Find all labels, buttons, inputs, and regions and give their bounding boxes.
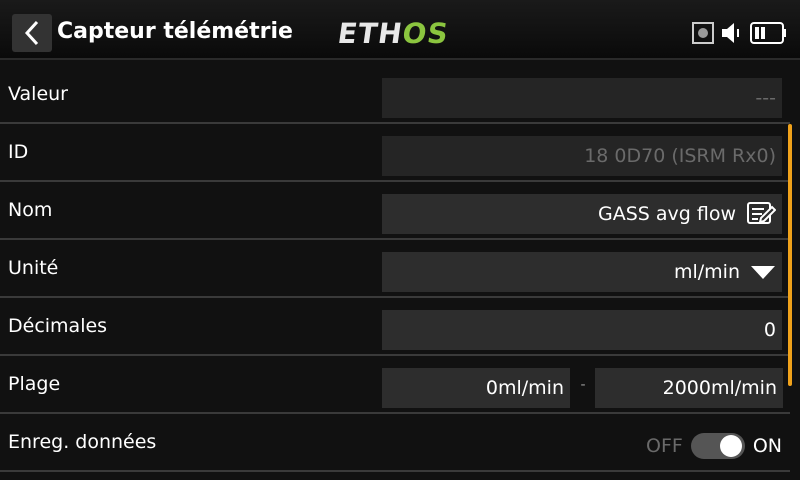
- scrollbar[interactable]: [788, 124, 792, 386]
- plage-min-value: 0ml/min: [485, 377, 564, 399]
- valeur-label: Valeur: [8, 83, 68, 105]
- toggle-switch[interactable]: [690, 433, 745, 459]
- logging-toggle[interactable]: OFF ON: [646, 426, 782, 466]
- status-icons: [692, 18, 788, 48]
- row-valeur: Valeur ---: [0, 66, 790, 124]
- valeur-field: ---: [382, 78, 782, 118]
- battery-icon: [750, 22, 786, 44]
- page-title: Capteur télémétrie: [57, 19, 293, 44]
- enreg-donnees-label: Enreg. données: [8, 431, 157, 453]
- unite-dropdown[interactable]: ml/min: [382, 252, 782, 292]
- decimales-value: 0: [763, 319, 776, 341]
- speaker-icon: [722, 23, 739, 43]
- edit-icon: [746, 201, 776, 227]
- toggle-knob: [719, 435, 742, 457]
- unite-label: Unité: [8, 257, 59, 279]
- decimales-label: Décimales: [8, 315, 108, 337]
- dropdown-arrow-icon: [750, 264, 776, 280]
- plage-label: Plage: [8, 373, 61, 395]
- decimales-field[interactable]: 0: [382, 310, 782, 350]
- plage-min-field[interactable]: 0ml/min: [382, 368, 570, 408]
- row-unite: Unité ml/min: [0, 240, 790, 298]
- id-field: 18 0D70 (ISRM Rx0): [382, 136, 782, 176]
- record-icon: [692, 22, 714, 44]
- back-button[interactable]: [12, 14, 52, 52]
- range-separator: -: [580, 377, 586, 393]
- row-id: ID 18 0D70 (ISRM Rx0): [0, 124, 790, 182]
- toggle-on-label: ON: [752, 435, 782, 457]
- nom-value: GASS avg flow: [597, 203, 736, 225]
- ethos-logo: ETH OS: [335, 16, 451, 50]
- row-enreg-donnees: Enreg. données OFF ON: [0, 414, 790, 472]
- plage-max-field[interactable]: 2000ml/min: [595, 368, 783, 408]
- toggle-off-label: OFF: [646, 435, 683, 457]
- id-label: ID: [8, 141, 29, 163]
- row-plage: Plage 0ml/min - 2000ml/min: [0, 356, 790, 414]
- valeur-value: ---: [755, 87, 776, 109]
- row-decimales: Décimales 0: [0, 298, 790, 356]
- unite-value: ml/min: [673, 261, 740, 283]
- nom-field[interactable]: GASS avg flow: [382, 194, 782, 234]
- nom-label: Nom: [8, 199, 53, 221]
- top-bar: Capteur télémétrie ETH OS: [0, 0, 800, 60]
- id-value: 18 0D70 (ISRM Rx0): [584, 145, 776, 167]
- plage-max-value: 2000ml/min: [662, 377, 777, 399]
- chevron-left-icon: [24, 20, 39, 46]
- row-nom: Nom GASS avg flow: [0, 182, 790, 240]
